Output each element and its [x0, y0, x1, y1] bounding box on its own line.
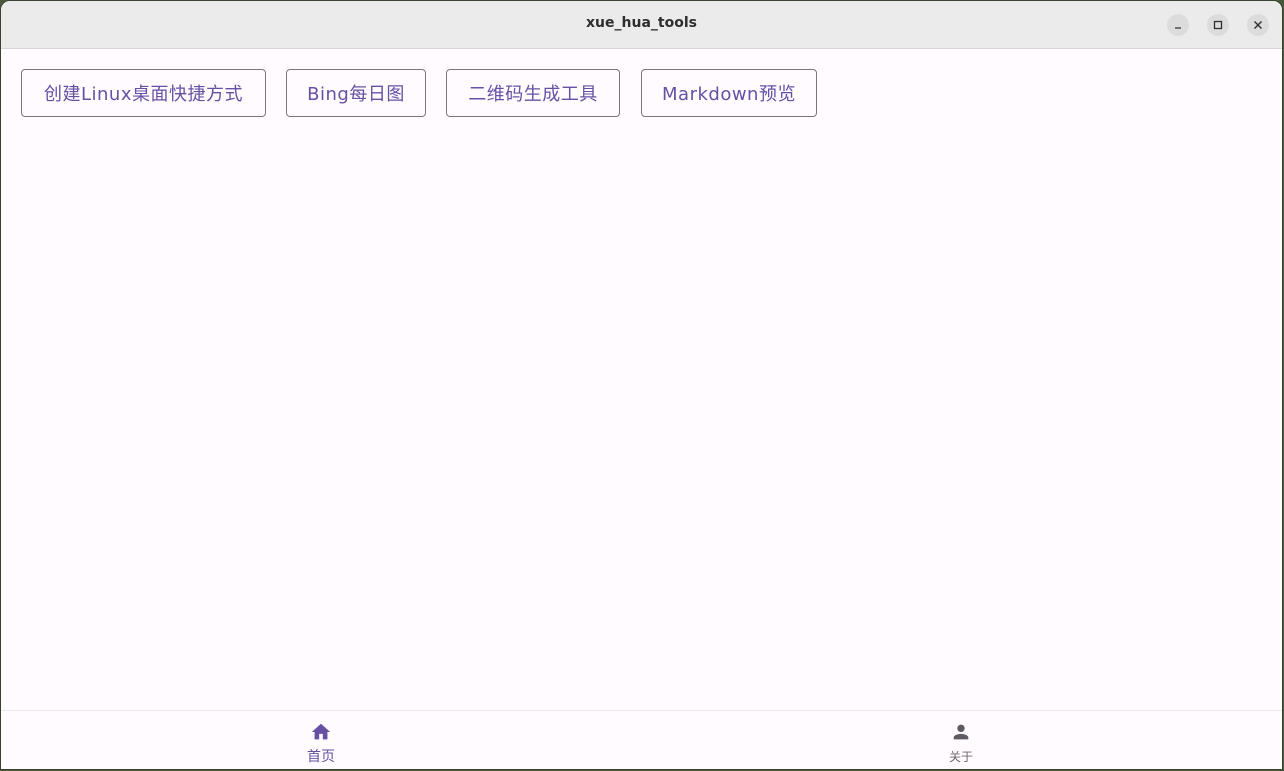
bing-daily-image-button[interactable]: Bing每日图: [286, 69, 426, 117]
create-linux-desktop-shortcut-button[interactable]: 创建Linux桌面快捷方式: [21, 69, 266, 117]
minimize-button[interactable]: [1167, 14, 1189, 36]
maximize-button[interactable]: [1207, 14, 1229, 36]
window-title: xue_hua_tools: [586, 15, 697, 31]
nav-item-about-label: 关于: [948, 750, 973, 764]
maximize-icon: [1213, 20, 1223, 30]
app-window: xue_hua_tools 创建Linux桌面快捷方式 Bing每日图 二维码生…: [1, 1, 1282, 769]
person-icon: [953, 724, 969, 740]
nav-item-home-label: 首页: [307, 749, 335, 765]
nav-item-home[interactable]: 首页: [1, 711, 641, 769]
home-icon: [311, 723, 331, 740]
minimize-icon: [1175, 27, 1181, 29]
title-bar[interactable]: xue_hua_tools: [1, 1, 1282, 49]
main-content: 创建Linux桌面快捷方式 Bing每日图 二维码生成工具 Markdown预览: [1, 49, 1282, 710]
nav-item-about[interactable]: 关于: [641, 711, 1281, 769]
close-icon: [1254, 21, 1262, 29]
close-button[interactable]: [1247, 14, 1269, 36]
qr-code-generator-button[interactable]: 二维码生成工具: [446, 69, 620, 117]
bottom-navigation-bar: 首页 关于: [1, 710, 1282, 769]
markdown-preview-button[interactable]: Markdown预览: [641, 69, 817, 117]
